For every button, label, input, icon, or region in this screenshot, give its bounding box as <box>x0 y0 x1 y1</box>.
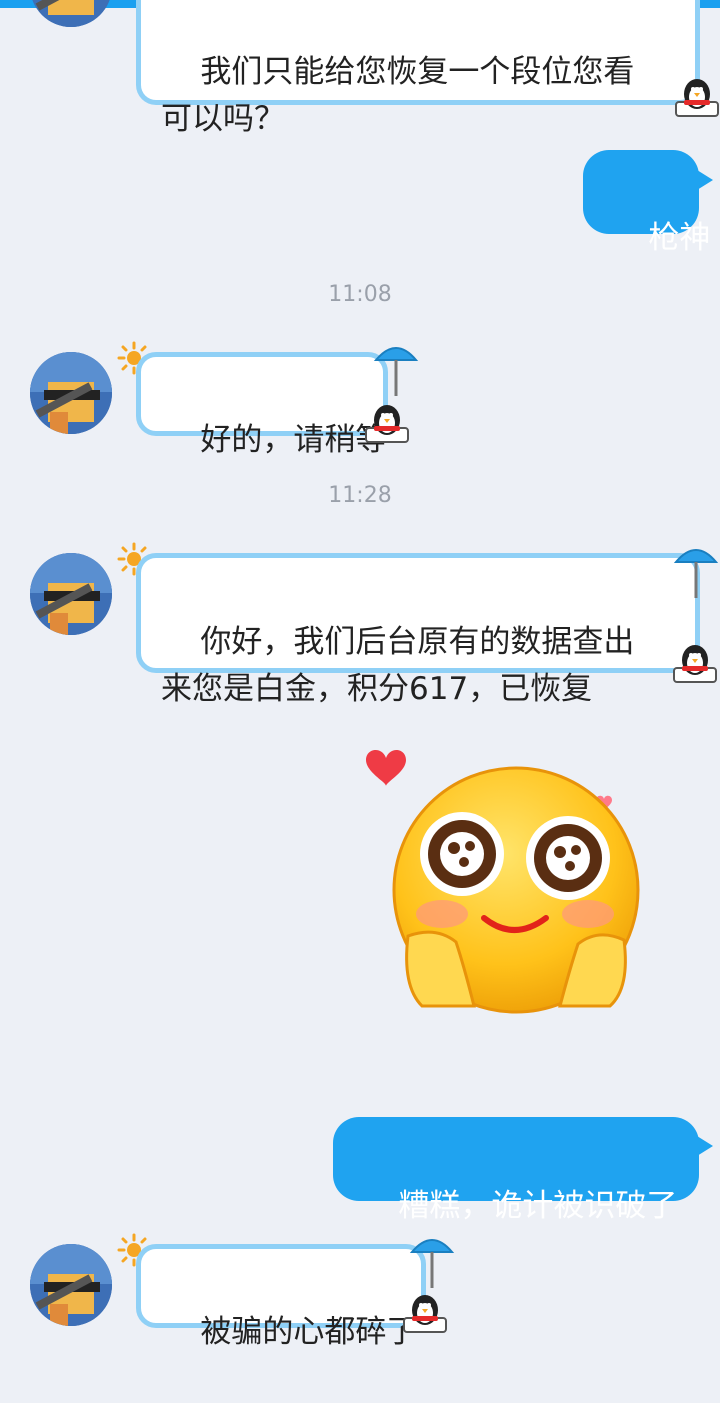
message-text: 糟糕，诡计被识破了 <box>398 1188 678 1224</box>
penguin-icon <box>365 405 409 443</box>
message-bubble-incoming[interactable]: 我们只能给您恢复一个段位您看 可以吗？ <box>136 0 700 137</box>
contact-avatar[interactable] <box>30 352 112 434</box>
heart-icon <box>366 749 406 786</box>
umbrella-icon <box>373 347 419 396</box>
penguin-icon <box>403 1295 447 1333</box>
message-text: 我们只能给您恢复一个段位您看 可以吗？ <box>161 54 635 137</box>
bubble-tail <box>697 170 713 190</box>
contact-avatar[interactable] <box>30 0 112 27</box>
message-text: 你好，我们后台原有的数据查出 来您是白金，积分617，已恢复 <box>161 624 635 707</box>
message-text: 被骗的心都碎了 <box>200 1314 418 1350</box>
contact-avatar[interactable] <box>30 553 112 635</box>
umbrella-icon <box>673 549 719 598</box>
message-bubble-outgoing[interactable]: 枪神 <box>583 150 710 256</box>
chat-message-list[interactable]: 我们只能给您恢复一个段位您看 可以吗？ 枪神 11:08 好的，请稍等 11:2… <box>0 0 720 1356</box>
timestamp: 11:08 <box>328 282 392 307</box>
message-text: 好的，请稍等 <box>200 422 387 458</box>
message-text: 枪神 <box>648 220 711 256</box>
message-bubble-incoming[interactable]: 好的，请稍等 <box>136 352 388 458</box>
bubble-tail <box>697 1136 713 1156</box>
smiling-face-sticker[interactable] <box>356 736 646 1026</box>
timestamp: 11:28 <box>328 483 392 508</box>
penguin-icon <box>675 79 719 117</box>
message-bubble-incoming[interactable]: 被骗的心都碎了 <box>136 1244 426 1350</box>
message-bubble-incoming[interactable]: 你好，我们后台原有的数据查出 来您是白金，积分617，已恢复 <box>136 553 700 707</box>
umbrella-icon <box>409 1239 455 1288</box>
message-bubble-outgoing[interactable]: 糟糕，诡计被识破了 <box>333 1117 699 1224</box>
penguin-icon <box>673 645 717 683</box>
contact-avatar[interactable] <box>30 1244 112 1326</box>
